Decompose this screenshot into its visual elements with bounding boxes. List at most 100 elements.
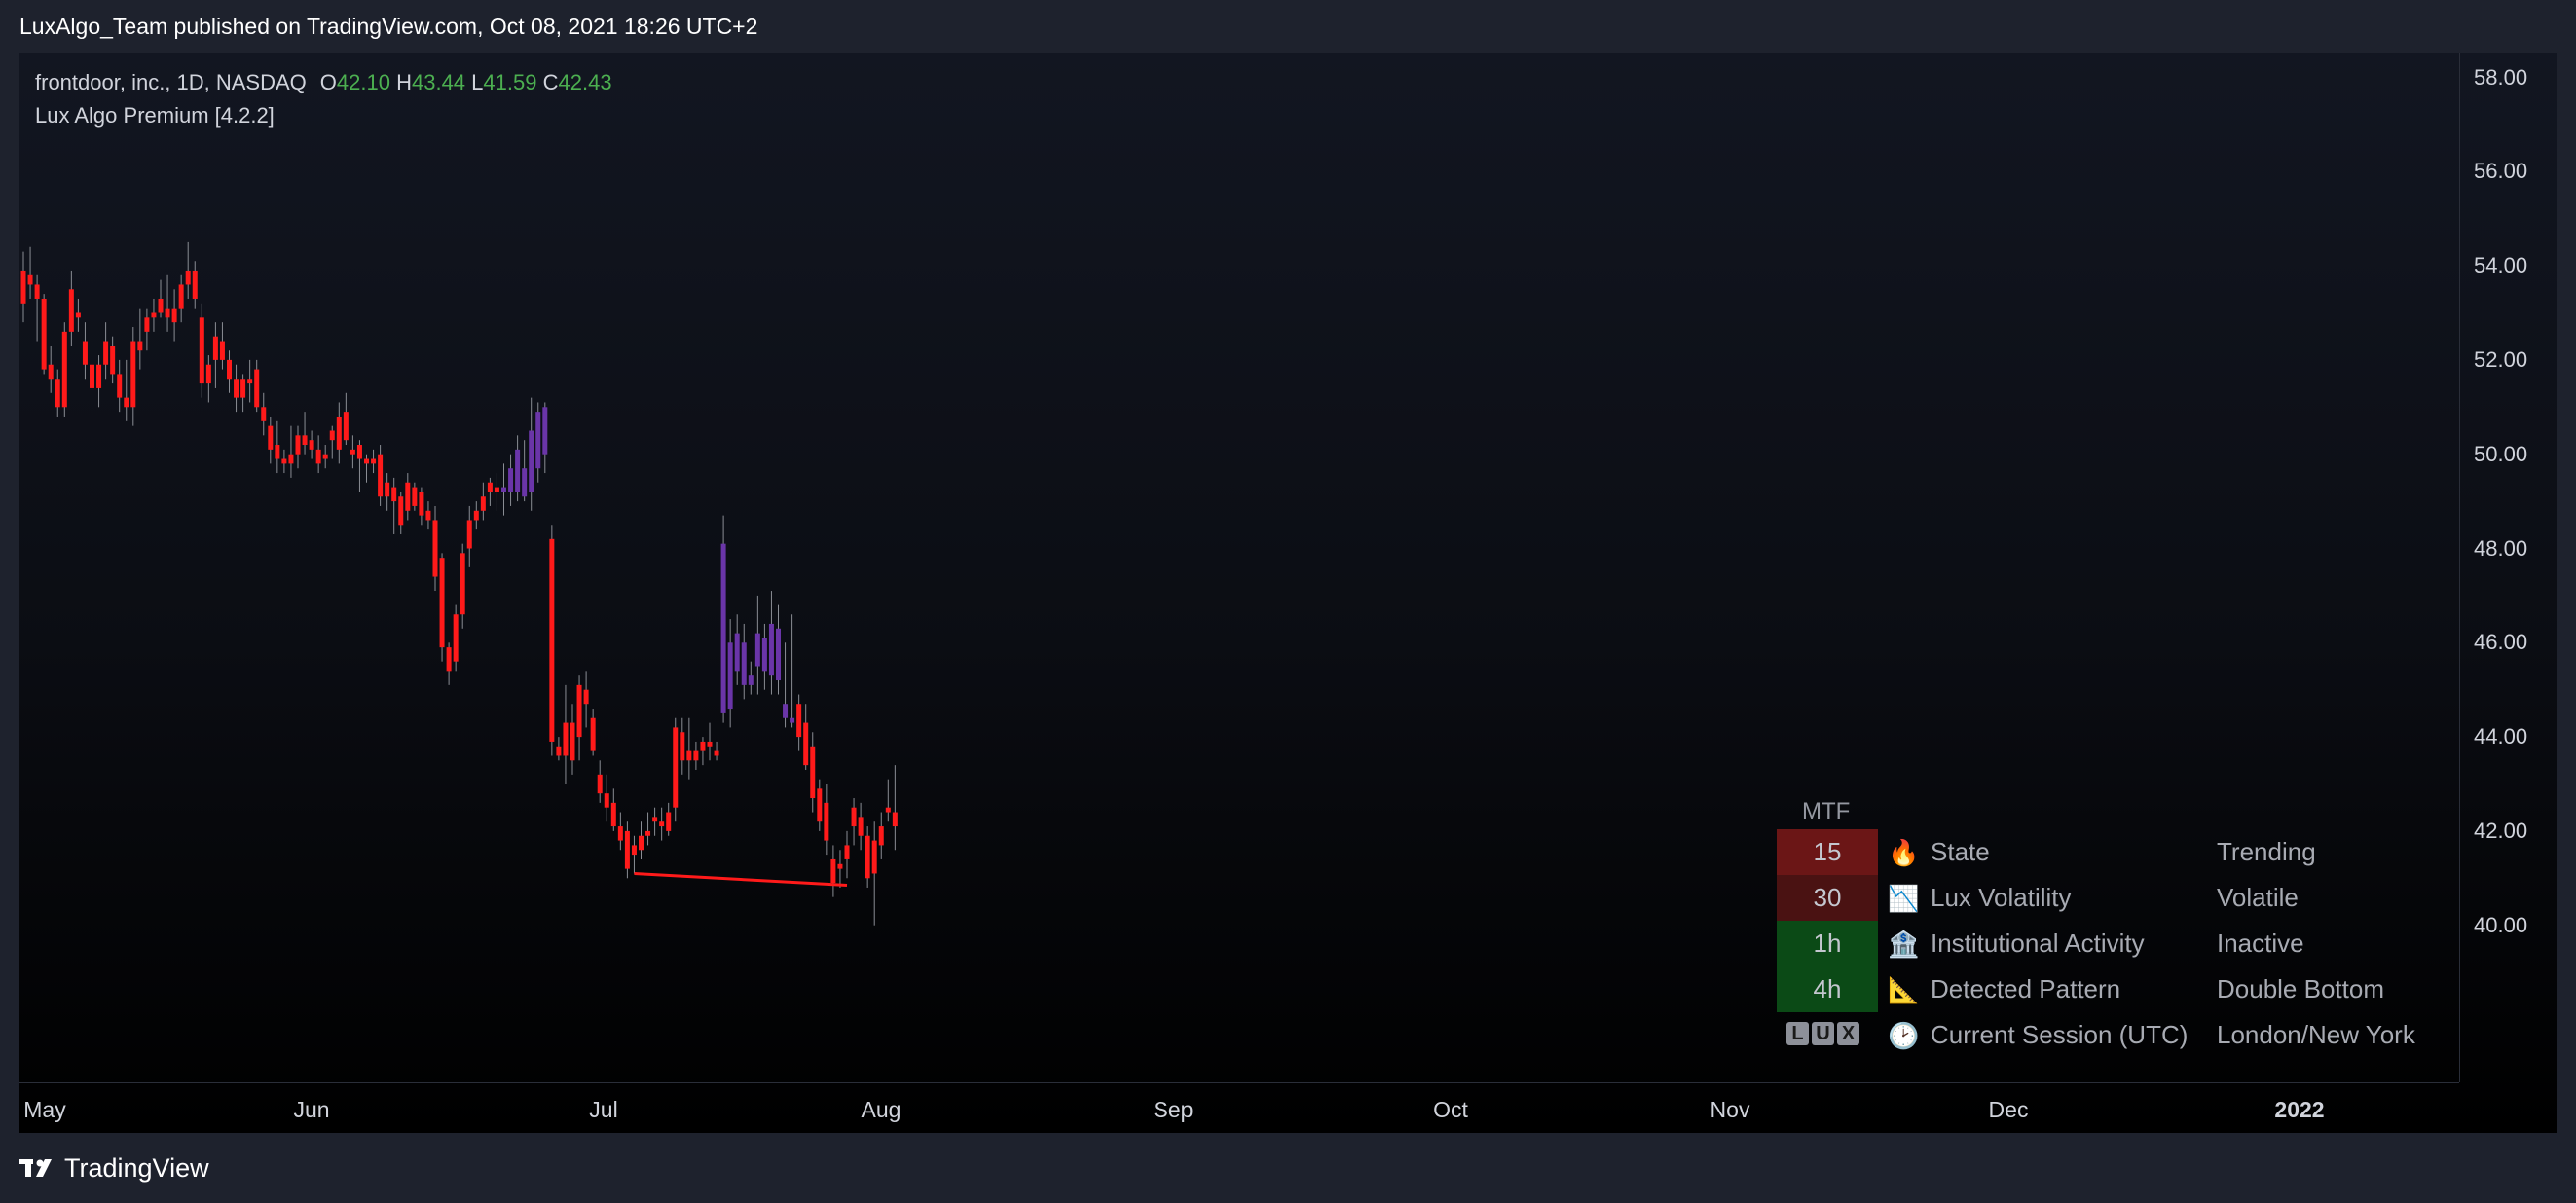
candle[interactable] xyxy=(549,525,555,756)
candle[interactable] xyxy=(151,298,157,332)
candle[interactable] xyxy=(453,604,459,672)
candle[interactable] xyxy=(865,826,870,888)
candle[interactable] xyxy=(720,515,726,723)
tradingview-brand-text[interactable]: TradingView xyxy=(64,1153,209,1184)
candle[interactable] xyxy=(75,298,81,332)
candle[interactable] xyxy=(583,671,589,728)
double-bottom-pattern-line[interactable] xyxy=(634,871,848,888)
candle[interactable] xyxy=(741,623,747,700)
candle[interactable] xyxy=(522,440,528,502)
candle[interactable] xyxy=(275,420,280,474)
candle[interactable] xyxy=(707,722,713,761)
candle[interactable] xyxy=(178,274,184,323)
candle[interactable] xyxy=(20,251,26,323)
candle[interactable] xyxy=(117,359,123,413)
candle[interactable] xyxy=(158,279,164,318)
candle[interactable] xyxy=(432,505,438,592)
candle[interactable] xyxy=(110,336,116,384)
candle[interactable] xyxy=(494,473,499,511)
candle[interactable] xyxy=(309,430,314,459)
candle[interactable] xyxy=(542,402,548,474)
candle[interactable] xyxy=(261,392,267,436)
candle[interactable] xyxy=(185,241,191,299)
candle[interactable] xyxy=(343,392,349,446)
candle[interactable] xyxy=(810,732,816,813)
chart-frame[interactable]: frontdoor, inc., 1D, NASDAQ O42.10 H43.44… xyxy=(19,53,2557,1133)
candle[interactable] xyxy=(288,425,294,478)
candle[interactable] xyxy=(219,322,225,370)
candle[interactable] xyxy=(171,289,177,342)
candle[interactable] xyxy=(624,821,630,879)
candle[interactable] xyxy=(446,642,452,685)
time-axis[interactable]: May Jun Jul Aug Sep Oct Nov Dec 2022 xyxy=(19,1082,2459,1134)
candle[interactable] xyxy=(666,802,672,836)
candle[interactable] xyxy=(734,614,740,685)
candle[interactable] xyxy=(268,416,274,464)
candle[interactable] xyxy=(700,737,706,766)
candle[interactable] xyxy=(858,802,864,851)
candle[interactable] xyxy=(871,821,877,926)
candle[interactable] xyxy=(55,369,60,417)
candle[interactable] xyxy=(137,308,143,370)
candle[interactable] xyxy=(570,704,575,775)
candle[interactable] xyxy=(501,463,506,516)
candle[interactable] xyxy=(473,501,479,530)
candle[interactable] xyxy=(439,553,445,662)
candle[interactable] xyxy=(398,492,404,534)
candle[interactable] xyxy=(378,445,384,506)
candle[interactable] xyxy=(673,717,679,822)
candle[interactable] xyxy=(837,850,843,888)
candle[interactable] xyxy=(254,359,260,413)
candle[interactable] xyxy=(796,694,802,751)
candle[interactable] xyxy=(515,435,521,502)
symbol-legend-line[interactable]: frontdoor, inc., 1D, NASDAQ O42.10 H43.44… xyxy=(35,66,612,99)
candle[interactable] xyxy=(535,402,541,483)
candle[interactable] xyxy=(130,327,136,426)
candle[interactable] xyxy=(165,274,170,332)
candle[interactable] xyxy=(82,322,88,380)
candle[interactable] xyxy=(34,274,40,342)
candle[interactable] xyxy=(391,477,397,534)
candle[interactable] xyxy=(295,425,301,469)
candle[interactable] xyxy=(529,397,534,511)
candle[interactable] xyxy=(727,619,733,728)
candle[interactable] xyxy=(597,760,603,803)
candle[interactable] xyxy=(329,425,335,459)
candle[interactable] xyxy=(356,440,362,492)
candle[interactable] xyxy=(68,270,74,346)
candle[interactable] xyxy=(590,709,596,756)
candle[interactable] xyxy=(205,355,211,403)
candle[interactable] xyxy=(604,774,609,822)
candle[interactable] xyxy=(364,454,369,483)
candle[interactable] xyxy=(315,435,321,474)
candle[interactable] xyxy=(768,591,774,695)
price-axis[interactable]: 60.0058.0056.0054.0052.0050.0048.0046.00… xyxy=(2459,53,2558,1082)
candle[interactable] xyxy=(610,788,616,831)
candle[interactable] xyxy=(761,623,767,690)
candle[interactable] xyxy=(90,355,94,403)
candle[interactable] xyxy=(350,435,355,469)
candle[interactable] xyxy=(659,807,665,841)
candle[interactable] xyxy=(385,473,390,511)
candle[interactable] xyxy=(693,741,699,770)
candle[interactable] xyxy=(212,322,218,388)
candle[interactable] xyxy=(680,717,685,775)
candle[interactable] xyxy=(41,294,47,375)
candle[interactable] xyxy=(336,402,342,464)
candle[interactable] xyxy=(645,812,651,846)
tradingview-logo-icon[interactable] xyxy=(19,1157,56,1179)
candle[interactable] xyxy=(227,350,232,393)
candle[interactable] xyxy=(412,482,418,511)
candle[interactable] xyxy=(405,473,411,521)
candle[interactable] xyxy=(124,359,129,421)
candle[interactable] xyxy=(480,482,486,521)
candle[interactable] xyxy=(425,501,431,530)
candle[interactable] xyxy=(639,821,644,859)
candle[interactable] xyxy=(652,807,658,836)
candle[interactable] xyxy=(240,374,246,413)
candle[interactable] xyxy=(851,798,857,846)
candle[interactable] xyxy=(830,845,836,897)
candle[interactable] xyxy=(576,675,582,761)
candle[interactable] xyxy=(878,812,884,859)
candle[interactable] xyxy=(234,364,239,413)
